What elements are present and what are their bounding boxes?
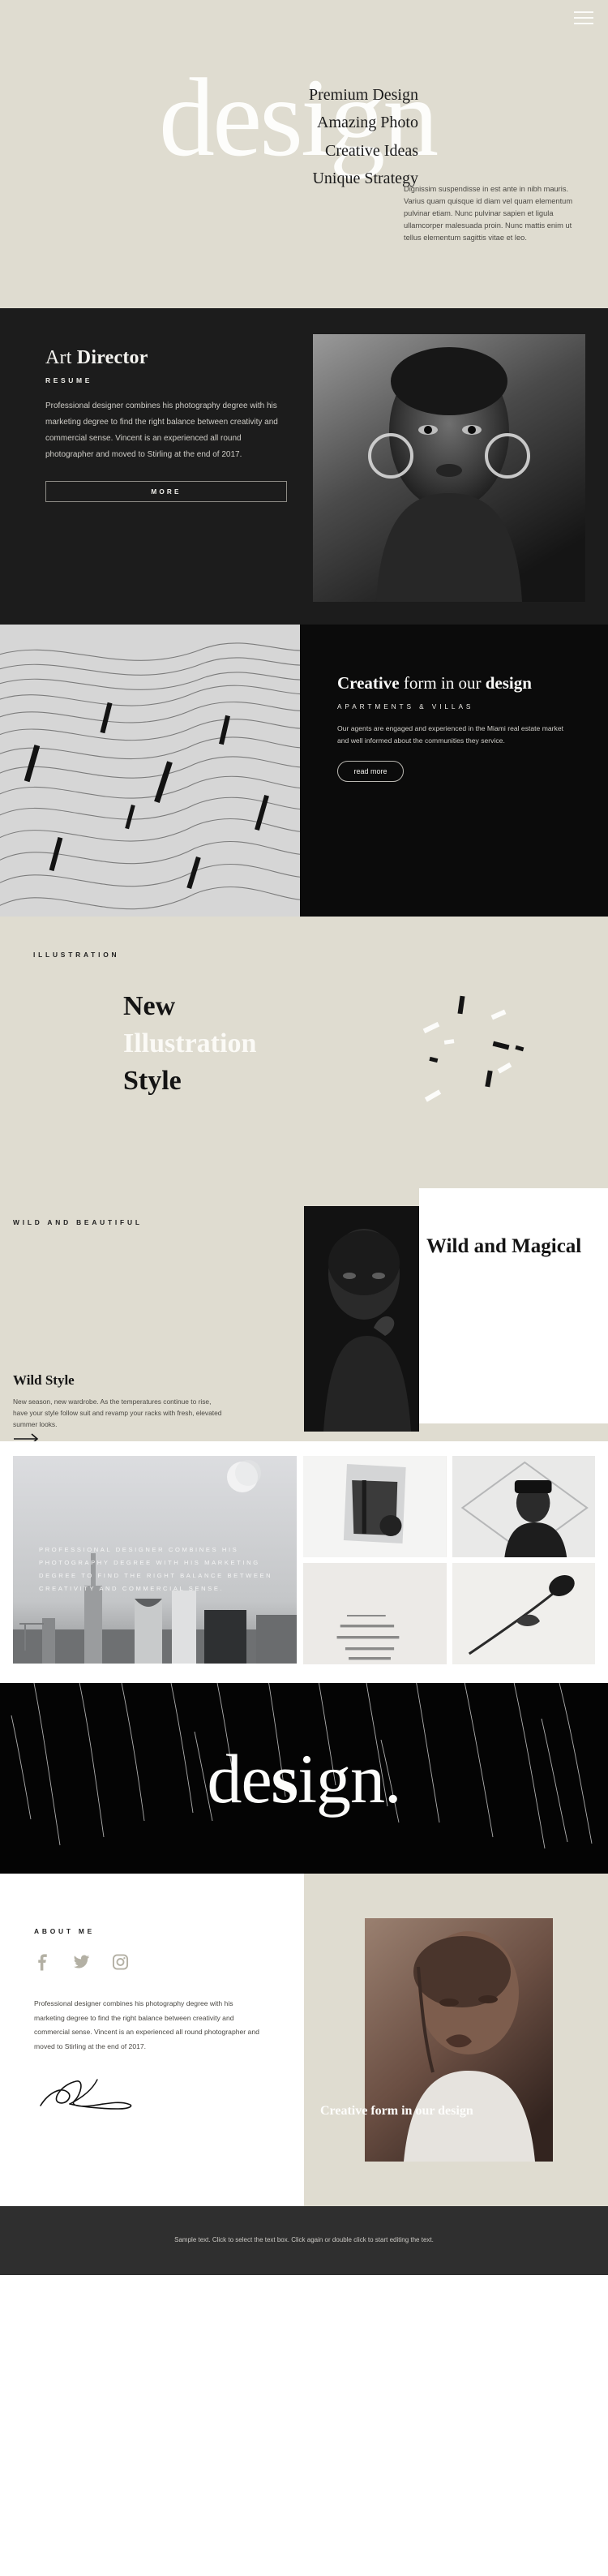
wild-paragraph: New season, new wardrobe. As the tempera…	[13, 1397, 222, 1428]
wild-portrait-image	[304, 1206, 419, 1432]
hamburger-icon[interactable]	[574, 11, 593, 24]
social-links	[34, 1953, 277, 1971]
about-portrait-image	[365, 1918, 553, 2162]
gallery-grid	[303, 1456, 595, 1664]
resume-section: Art Director RESUME Professional designe…	[0, 308, 608, 625]
about-photo-caption: Creative form in our design	[320, 2104, 473, 2118]
resume-title: Art Director	[45, 347, 308, 369]
hero-tagline: Unique Strategy	[312, 170, 418, 188]
diamond-portrait-illustration	[452, 1456, 595, 1557]
wild-kicker: WILD AND BEAUTIFUL	[13, 1218, 143, 1226]
illustration-heading: New Illustration Style	[123, 988, 256, 1100]
creative-paragraph: Our agents are engaged and experienced i…	[337, 724, 563, 745]
hero-paragraph: Dignissim suspendisse in est ante in nib…	[404, 185, 573, 243]
gallery-row	[303, 1456, 595, 1557]
banner-word-light: de	[207, 1739, 272, 1818]
more-button[interactable]: MORE	[45, 481, 287, 502]
gallery-overlay-text: PROFESSIONAL DESIGNER COMBINES HIS PHOTO…	[39, 1546, 273, 1592]
wild-white-panel	[419, 1188, 608, 1423]
footer-section: Sample text. Click to select the text bo…	[0, 2206, 608, 2275]
footer-text: Sample text. Click to select the text bo…	[174, 2236, 434, 2244]
twitter-icon[interactable]	[73, 1953, 90, 1971]
landing-page: design Premium Design Amazing Photo Crea…	[0, 0, 608, 2275]
printed-quote-illustration	[303, 1563, 447, 1664]
hero-tagline-list: Premium Design Amazing Photo Creative Id…	[208, 81, 418, 193]
illustration-line-1: New	[123, 991, 176, 1021]
creative-title: Creative form in our design	[337, 673, 608, 693]
rose-illustration	[452, 1563, 595, 1664]
illustration-kicker: ILLUSTRATION	[33, 951, 120, 959]
resume-kicker: RESUME	[45, 376, 92, 384]
resume-title-light: Art	[45, 347, 77, 368]
wild-subtitle: Wild Style	[13, 1372, 75, 1388]
hero-section: design Premium Design Amazing Photo Crea…	[0, 0, 608, 308]
portrait-illustration	[313, 334, 585, 602]
hamburger-bar	[574, 17, 593, 19]
gallery-cell-portrait[interactable]	[452, 1456, 595, 1557]
torn-paper-illustration	[303, 1456, 447, 1557]
wild-big-title: Wild and Magical	[426, 1235, 582, 1257]
gallery-section: PROFESSIONAL DESIGNER COMBINES HIS PHOTO…	[0, 1441, 608, 1683]
gallery-cell-paper[interactable]	[303, 1456, 447, 1557]
about-portrait-illustration	[365, 1918, 553, 2162]
gallery-row	[303, 1563, 595, 1664]
instagram-icon[interactable]	[112, 1953, 129, 1971]
resume-paragraph: Professional designer combines his photo…	[45, 401, 278, 459]
signature-mark	[40, 2079, 132, 2110]
illustration-line-2: Illustration	[123, 1028, 257, 1058]
facebook-icon[interactable]	[34, 1953, 51, 1971]
creative-title-light: form in our	[399, 673, 486, 693]
about-paragraph: Professional designer combines his photo…	[34, 1999, 259, 2050]
wild-section: WILD AND BEAUTIFUL Wild and Magical Wild…	[0, 1188, 608, 1441]
creative-section: Creative form in our design APARTMENTS &…	[0, 625, 608, 917]
about-kicker: ABOUT ME	[34, 1927, 96, 1935]
city-image: PROFESSIONAL DESIGNER COMBINES HIS PHOTO…	[13, 1456, 297, 1664]
resume-portrait-image	[313, 334, 585, 602]
creative-title-bold-1: Creative	[337, 673, 400, 693]
gallery-cell-rose[interactable]	[452, 1563, 595, 1664]
gallery-cell-quote-card[interactable]	[303, 1563, 447, 1664]
about-section: ABOUT ME Professional designer combines …	[0, 1874, 608, 2206]
arrow-right-icon[interactable]	[13, 1432, 41, 1441]
illustration-line-3: Style	[123, 1065, 182, 1096]
banner-word-bold: s	[271, 1739, 298, 1818]
illustration-section: ILLUSTRATION New Illustration Style	[0, 917, 608, 1188]
ridges-illustration	[0, 625, 300, 917]
topography-image	[0, 625, 300, 917]
hero-tagline: Creative Ideas	[325, 141, 418, 160]
hero-tagline: Premium Design	[309, 86, 418, 104]
wild-portrait-illustration	[304, 1206, 419, 1432]
hamburger-bar	[574, 11, 593, 13]
creative-copy: Creative form in our design APARTMENTS &…	[300, 625, 608, 917]
creative-kicker: APARTMENTS & VILLAS	[337, 702, 474, 711]
dashes-decoration-icon	[422, 995, 525, 1102]
about-copy: ABOUT ME Professional designer combines …	[34, 1927, 277, 2116]
banner-display-word: design.	[207, 1738, 401, 1819]
design-banner-section: design.	[0, 1683, 608, 1874]
wild-left-copy: Wild Style New season, new wardrobe. As …	[13, 1372, 256, 1431]
resume-title-bold: Director	[76, 347, 148, 368]
read-more-button[interactable]: read more	[337, 761, 404, 783]
hamburger-bar	[574, 23, 593, 24]
resume-copy: Art Director RESUME Professional designe…	[0, 308, 308, 502]
banner-word-rest: ign.	[298, 1739, 401, 1818]
creative-title-bold-2: design	[485, 673, 532, 693]
hero-tagline: Amazing Photo	[317, 114, 418, 132]
